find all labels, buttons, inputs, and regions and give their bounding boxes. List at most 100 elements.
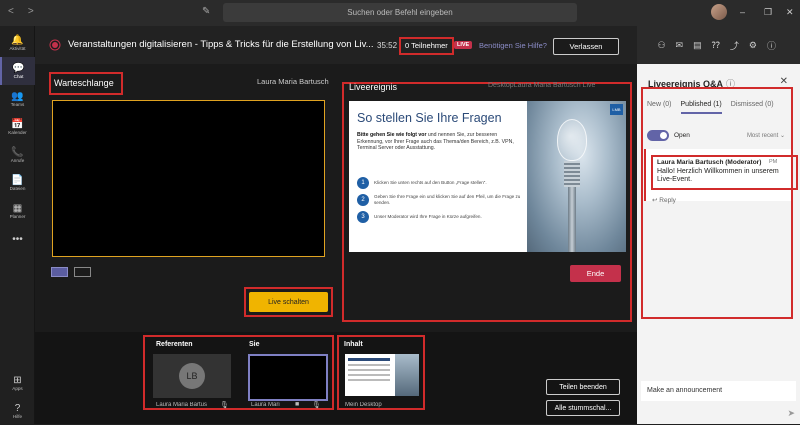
people-icon[interactable]: ⚇	[657, 40, 665, 51]
avatar: LB	[179, 363, 205, 389]
live-slide: So stellen Sie Ihre Fragen Bitte gehen S…	[349, 101, 626, 252]
sidebar-item-label: Kalender	[8, 130, 27, 135]
back-icon[interactable]: <	[8, 6, 14, 17]
files-icon: 📄	[11, 175, 24, 186]
bulb-base	[564, 161, 580, 187]
presenter-tile-name: Laura Maria Bartus	[156, 402, 208, 408]
help-link[interactable]: Benötigen Sie Hilfe?	[479, 41, 547, 50]
sidebar-item-hilfe[interactable]: ? Hilfe	[0, 397, 35, 425]
open-toggle[interactable]	[647, 130, 669, 141]
you-label: Sie	[249, 341, 260, 348]
sidebar-item-apps[interactable]: ⊞ Apps	[0, 369, 35, 397]
mute-all-button[interactable]: Alle stummschal...	[546, 400, 620, 416]
qa-tabs: New (0) Published (1) Dismissed (0)	[647, 101, 774, 114]
message-text: Hallo! Herzlich Willkommen in unserem Li…	[657, 168, 779, 183]
tab-new[interactable]: New (0)	[647, 101, 672, 114]
content-preview-image	[395, 354, 419, 396]
sidebar-item-aktivität[interactable]: 🔔 Aktivität	[0, 29, 35, 57]
sidebar-item-label: Aktivität	[9, 46, 26, 51]
open-label: Open	[674, 132, 690, 139]
end-button[interactable]: Ende	[570, 265, 621, 282]
content-label: Inhalt	[344, 341, 363, 348]
stop-sharing-button[interactable]: Teilen beenden	[546, 379, 620, 395]
producer-view: Veranstaltungen digitalisieren - Tipps &…	[35, 26, 637, 424]
recording-icon	[52, 42, 58, 48]
minimize-icon[interactable]: –	[740, 7, 745, 17]
content-tile-name: Mein Desktop	[345, 402, 382, 408]
meeting-header: Veranstaltungen digitalisieren - Tipps &…	[35, 26, 637, 64]
sidebar-item-teams[interactable]: 👥 Teams	[0, 85, 35, 113]
qa-panel: ⚇ ✉ ▤ ⁇ ⤴ ⚙ ⓘ Liveereignis Q&A ⓘ ✕ New (0…	[637, 26, 800, 424]
page-title: Veranstaltungen digitalisieren - Tipps &…	[68, 39, 374, 50]
layout-selector	[51, 267, 91, 277]
step-number: 2	[357, 194, 369, 206]
step-text: Klicken Sie unten rechts auf den Button …	[374, 180, 487, 186]
you-tile[interactable]	[248, 354, 328, 401]
queue-preview	[52, 100, 325, 257]
slide-title: So stellen Sie Ihre Fragen	[357, 111, 502, 125]
title-bar: < > ✎ Suchen oder Befehl eingeben – ❐ ✕	[0, 0, 800, 26]
timer: 35:52	[377, 41, 398, 50]
live-badge: LIVE	[454, 41, 473, 49]
sidebar-item-label: Hilfe	[12, 414, 23, 419]
participant-count[interactable]: 0 Teilnehmer	[399, 37, 454, 55]
sidebar-item-kalender[interactable]: 📅 Kalender	[0, 113, 35, 141]
layout-split-icon[interactable]	[74, 267, 91, 277]
sidebar-item-planner[interactable]: ▦ Planner	[0, 197, 35, 225]
close-icon[interactable]: ✕	[780, 76, 788, 87]
sidebar-item-dateien[interactable]: 📄 Dateien	[0, 169, 35, 197]
teams-icon: 👥	[11, 91, 24, 102]
presenters-label: Referenten	[156, 341, 193, 348]
reply-link[interactable]: ↩ Reply	[652, 196, 676, 204]
forward-icon[interactable]: >	[28, 6, 34, 17]
mic-off-icon: 🎙	[220, 402, 229, 409]
calendar-icon: 📅	[11, 119, 24, 130]
sidebar-item-anrufe[interactable]: 📞 Anrufe	[0, 141, 35, 169]
sidebar-item-label: Dateien	[9, 186, 26, 191]
sort-dropdown[interactable]: Most recent ⌄	[747, 132, 785, 139]
close-icon[interactable]: ✕	[786, 7, 794, 18]
bulb-glass	[557, 119, 587, 161]
camera-icon: ■	[295, 401, 300, 408]
content-tile[interactable]	[345, 354, 419, 396]
info-icon[interactable]: ⓘ	[767, 39, 776, 52]
leave-button[interactable]: Verlassen	[553, 38, 619, 55]
announcement-input[interactable]: Make an announcement	[641, 381, 796, 401]
send-icon[interactable]: ➤	[787, 408, 795, 419]
layout-single-icon[interactable]	[51, 267, 68, 277]
compose-icon[interactable]: ✎	[202, 6, 210, 17]
go-live-button[interactable]: Live schalten	[249, 292, 328, 312]
slide-step: 3 Unser Moderator wird Ihre Frage in Kürz…	[357, 211, 522, 223]
sidebar-item-label: Planner	[9, 214, 26, 219]
queue-label: Warteschlange	[49, 72, 123, 95]
chat-icon: 💬	[12, 63, 25, 74]
presenters-frame: Referenten Sie LB Laura Maria Bartus 🎙 L…	[143, 335, 334, 410]
avatar[interactable]	[711, 4, 727, 20]
tab-dismissed[interactable]: Dismissed (0)	[731, 101, 774, 114]
search-input[interactable]: Suchen oder Befehl eingeben	[223, 3, 577, 22]
phone-icon: 📞	[11, 147, 24, 158]
step-number: 3	[357, 211, 369, 223]
slide-steps: 1 Klicken Sie unten rechts auf den Button…	[357, 177, 522, 228]
slide-step: 1 Klicken Sie unten rechts auf den Button…	[357, 177, 522, 189]
mic-off-icon: 🎙	[312, 402, 321, 409]
app-rail: 🔔 Aktivität 💬 Chat 👥 Teams 📅 Kalender 📞 Anrufe 📄 Da…	[0, 26, 35, 424]
tab-published[interactable]: Published (1)	[680, 101, 722, 114]
chat-icon[interactable]: ✉	[676, 40, 684, 51]
bell-icon: 🔔	[11, 35, 24, 46]
preview-line	[348, 358, 390, 361]
notes-icon[interactable]: ▤	[693, 40, 702, 51]
share-icon[interactable]: ⤴	[730, 39, 739, 52]
sidebar-item-chat[interactable]: 💬 Chat	[0, 57, 35, 85]
preview-line	[348, 369, 390, 371]
presenter-tile[interactable]: LB	[153, 354, 231, 398]
content-preview-lines	[348, 358, 390, 384]
preview-line	[348, 379, 390, 381]
help-icon: ?	[14, 403, 21, 414]
reply-label: Reply	[659, 197, 676, 204]
sidebar-item-more[interactable]: •••	[0, 225, 35, 253]
gear-icon[interactable]: ⚙	[749, 40, 757, 51]
message-time: PM	[769, 159, 778, 165]
maximize-icon[interactable]: ❐	[764, 7, 772, 18]
qa-icon[interactable]: ⁇	[712, 40, 720, 51]
